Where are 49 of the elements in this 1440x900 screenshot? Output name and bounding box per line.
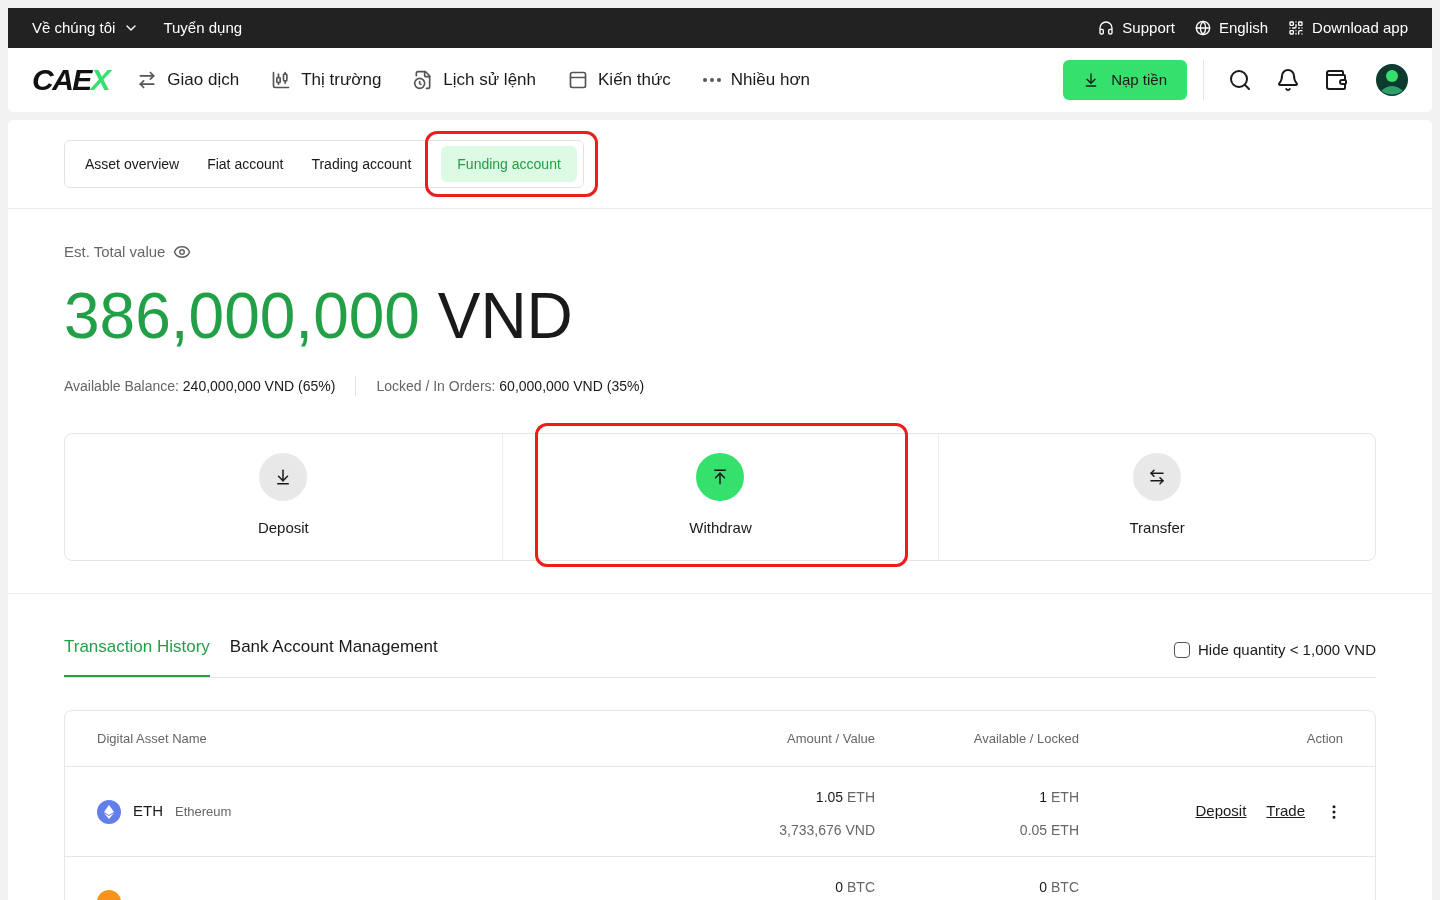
available-text: 1 ETH: [1039, 788, 1079, 807]
top-link[interactable]: Về chúng tôi: [32, 16, 140, 40]
total-value: 386,000,000 VND: [64, 283, 574, 348]
value-text: 3,733,676 VND: [779, 821, 875, 840]
top-link[interactable]: Download app: [1288, 16, 1408, 40]
nav-item[interactable]: Kiến thức: [568, 67, 671, 93]
asset-symbol: ETH: [133, 801, 163, 822]
headphones-icon: [1098, 20, 1115, 36]
available-text: 0 BTC: [1039, 878, 1079, 897]
column-header: Digital Asset Name: [97, 729, 208, 748]
action-button[interactable]: Deposit: [65, 433, 502, 560]
nav-item[interactable]: Nhiều hơn: [702, 67, 811, 93]
account-tab[interactable]: Fiat account: [193, 146, 298, 182]
top-link[interactable]: Support: [1098, 16, 1175, 40]
total-label: Est. Total value: [64, 242, 166, 262]
asset-name: Ethereum: [175, 802, 232, 821]
locked-text: 0.05 ETH: [1019, 821, 1079, 840]
top-link[interactable]: Tuyển dụng: [163, 16, 243, 40]
action-link[interactable]: Deposit: [1195, 800, 1247, 823]
hide-small-checkbox[interactable]: Hide quantity < 1,000 VND: [1173, 638, 1376, 677]
qr-code-icon: [1288, 20, 1305, 36]
nav-item[interactable]: Lịch sử lệnh: [413, 67, 536, 93]
amount-text: 1.05 ETH: [815, 788, 875, 807]
column-header: Amount / Value: [786, 729, 875, 748]
bell-icon[interactable]: [1276, 68, 1300, 92]
avatar[interactable]: [1376, 64, 1408, 96]
amount-text: 0 BTC: [835, 878, 875, 897]
column-header: Action: [1305, 729, 1343, 748]
deposit-button[interactable]: Nạp tiền: [1063, 60, 1187, 100]
account-tab[interactable]: Trading account: [297, 146, 426, 182]
section-tab[interactable]: Bank Account Management: [229, 633, 438, 677]
column-header: Available / Locked: [972, 729, 1079, 748]
balance-text: Available Balance: 240,000,000 VND (65%): [64, 376, 336, 396]
action-button[interactable]: Withdraw: [502, 433, 939, 560]
globe-icon: [1194, 20, 1211, 36]
account-tab[interactable]: Asset overview: [71, 146, 194, 182]
action-link[interactable]: Trade: [1266, 800, 1305, 823]
top-link[interactable]: English: [1194, 16, 1269, 40]
candlestick-icon: [271, 70, 292, 90]
balance-text: Locked / In Orders: 60,000,000 VND (35%): [376, 376, 645, 396]
search-icon[interactable]: [1228, 68, 1252, 92]
checkbox[interactable]: [1173, 641, 1190, 658]
action-button[interactable]: Transfer: [939, 433, 1375, 560]
more-icon: [702, 78, 721, 82]
logo[interactable]: CAEX: [32, 65, 110, 95]
wallet-icon[interactable]: [1324, 68, 1348, 92]
nav-item[interactable]: Giao dịch: [137, 67, 240, 93]
nav-item[interactable]: Thị trường: [271, 67, 382, 93]
document-clock-icon: [413, 70, 434, 90]
